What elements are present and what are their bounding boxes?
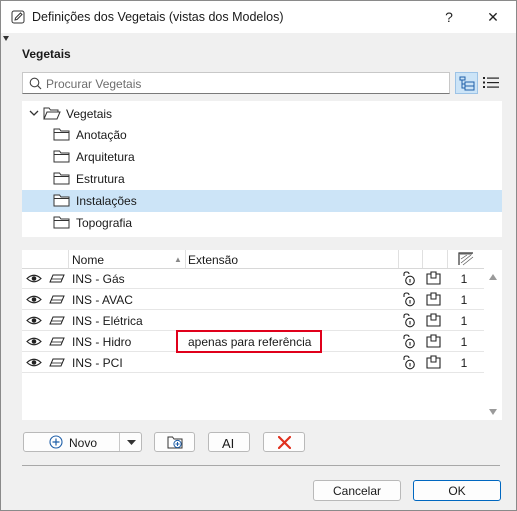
edit-settings-icon (11, 10, 25, 24)
tree-item-label: Vegetais (66, 107, 113, 121)
tree-item-label: Anotação (76, 128, 127, 142)
intersection-group-number[interactable]: 1 (458, 272, 470, 286)
delete-button[interactable] (263, 432, 305, 452)
eye-visibility-icon[interactable] (26, 273, 42, 284)
section-label: Vegetais (22, 47, 71, 61)
layer-name: INS - PCI (72, 356, 123, 370)
folder-icon (53, 216, 70, 229)
tree-item-anotacao[interactable]: Anotação (22, 124, 502, 146)
tree-item-label: Estrutura (76, 172, 125, 186)
ok-button[interactable]: OK (413, 480, 501, 501)
wireframe-solid-icon[interactable] (426, 271, 441, 285)
wireframe-solid-icon[interactable] (426, 334, 441, 348)
layer-icon (49, 295, 65, 304)
cancel-button[interactable]: Cancelar (313, 480, 401, 501)
layer-extension: apenas para referência (188, 335, 312, 349)
layer-icon (49, 274, 65, 283)
collapse-arrow-icon[interactable] (3, 36, 9, 41)
layer-icon (49, 358, 65, 367)
dialog-window: Definições dos Vegetais (vistas dos Mode… (0, 0, 517, 511)
tree-item-label: Topografia (76, 216, 133, 230)
tree-item-instalacoes[interactable]: Instalações (22, 190, 502, 212)
folder-icon (53, 128, 70, 141)
scroll-down-icon[interactable] (489, 409, 497, 415)
lock-icon[interactable] (402, 355, 416, 370)
new-layer-button[interactable]: Novo (24, 433, 119, 451)
search-placeholder: Procurar Vegetais (46, 77, 142, 91)
table-header: Nome ▲ Extensão (22, 250, 484, 269)
intersection-group-number[interactable]: 1 (458, 335, 470, 349)
folder-tree-view-icon (459, 76, 475, 91)
wireframe-solid-icon[interactable] (426, 355, 441, 369)
new-layer-split-button: Novo (23, 432, 142, 452)
table-row[interactable]: INS - Gás 1 (22, 268, 484, 289)
table-scrollbar[interactable] (484, 250, 502, 420)
tree-item-estrutura[interactable]: Estrutura (22, 168, 502, 190)
open-folder-icon (43, 107, 61, 120)
help-button[interactable]: ? (435, 5, 463, 29)
eye-visibility-icon[interactable] (26, 315, 42, 326)
new-folder-button[interactable] (154, 432, 195, 452)
lock-icon[interactable] (402, 334, 416, 349)
scroll-up-icon[interactable] (489, 274, 497, 280)
folder-icon (53, 194, 70, 207)
eye-visibility-icon[interactable] (26, 294, 42, 305)
search-input[interactable]: Procurar Vegetais (22, 72, 450, 94)
delete-x-icon (278, 436, 291, 449)
table-row[interactable]: INS - Elétrica 1 (22, 310, 484, 331)
intersection-group-number[interactable]: 1 (458, 314, 470, 328)
rename-button[interactable]: AI (208, 432, 250, 452)
folder-icon (53, 150, 70, 163)
close-icon: ✕ (487, 8, 499, 25)
divider (22, 465, 500, 466)
tree-item-arquitetura[interactable]: Arquitetura (22, 146, 502, 168)
rename-icon: AI (222, 436, 235, 451)
layers-table: Nome ▲ Extensão INS - Gás 1 INS - AVAC 1… (22, 250, 484, 420)
add-circle-icon (49, 435, 63, 449)
dropdown-arrow-icon[interactable] (127, 440, 136, 445)
tree-item-label: Arquitetura (76, 150, 135, 164)
new-folder-icon (167, 436, 183, 449)
eye-visibility-icon[interactable] (26, 336, 42, 347)
layer-name: INS - Elétrica (72, 314, 143, 328)
table-row[interactable]: INS - Hidro apenas para referência 1 (22, 330, 484, 353)
wireframe-solid-icon[interactable] (426, 313, 441, 327)
lock-icon[interactable] (402, 313, 416, 328)
tree-item-topografia[interactable]: Topografia (22, 212, 502, 234)
table-row[interactable]: INS - PCI 1 (22, 352, 484, 373)
tree-view-toggle[interactable] (455, 72, 478, 94)
new-button-label: Novo (69, 436, 98, 450)
window-title: Definições dos Vegetais (vistas dos Mode… (32, 10, 284, 24)
intersection-group-number[interactable]: 1 (458, 293, 470, 307)
list-view-icon (483, 77, 499, 88)
layer-name: INS - Hidro (72, 335, 132, 349)
layer-icon (49, 316, 65, 325)
search-icon (29, 77, 42, 90)
column-header-name[interactable]: Nome (72, 253, 104, 267)
help-label: ? (445, 9, 453, 25)
list-view-toggle[interactable] (480, 72, 502, 94)
layer-name: INS - AVAC (72, 293, 133, 307)
title-bar: Definições dos Vegetais (vistas dos Mode… (1, 1, 516, 33)
eye-visibility-icon[interactable] (26, 357, 42, 368)
tree-item-label: Instalações (76, 194, 137, 208)
lock-icon[interactable] (402, 292, 416, 307)
sort-indicator-icon: ▲ (174, 255, 182, 264)
table-row[interactable]: INS - AVAC 1 (22, 289, 484, 310)
close-button[interactable]: ✕ (479, 5, 507, 29)
layer-icon (49, 337, 65, 346)
ok-button-label: OK (448, 484, 466, 498)
tree-item-root[interactable]: Vegetais (22, 103, 502, 125)
folder-icon (53, 172, 70, 185)
chevron-down-icon[interactable] (29, 110, 39, 117)
intersection-group-icon (458, 252, 474, 266)
cancel-button-label: Cancelar (332, 484, 382, 498)
layer-folder-tree: Vegetais Anotação Arquitetura Estrutura (22, 101, 502, 237)
intersection-group-number[interactable]: 1 (458, 356, 470, 370)
extension-highlight-box[interactable]: apenas para referência (176, 330, 322, 353)
wireframe-solid-icon[interactable] (426, 292, 441, 306)
lock-icon[interactable] (402, 271, 416, 286)
layer-name: INS - Gás (72, 272, 125, 286)
column-header-extension[interactable]: Extensão (188, 253, 238, 267)
